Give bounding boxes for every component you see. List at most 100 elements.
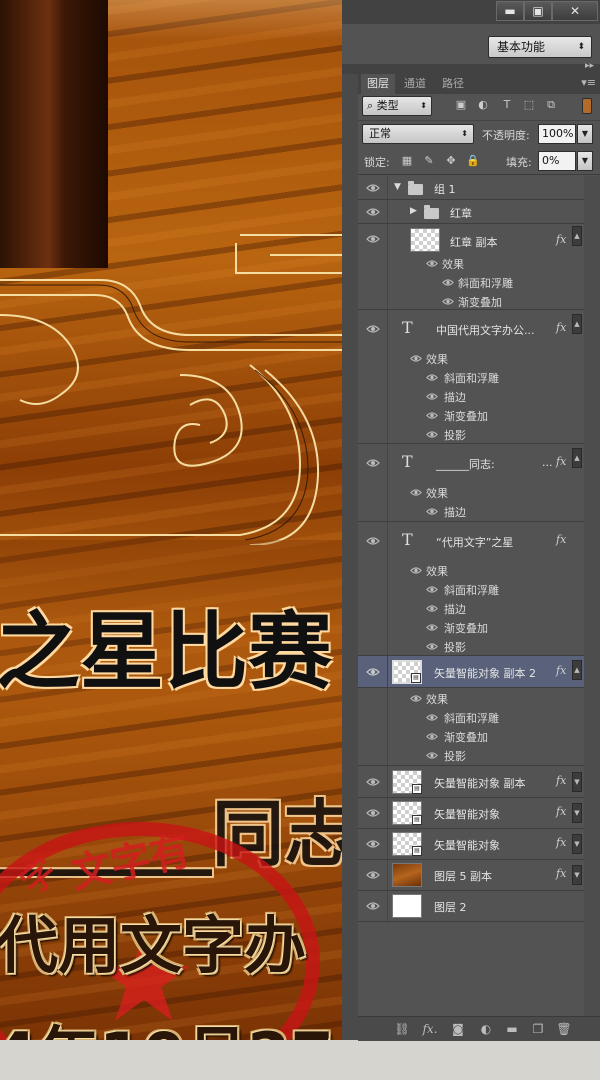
fx-icon[interactable]: fx xyxy=(556,664,566,677)
layer-row-vector-copy2[interactable]: ▤ 矢量智能对象 副本 2 fx ▲ xyxy=(358,656,584,688)
layer-row-text1[interactable]: T 中国代用文字办公... fx ▲ 效果 斜面和浮雕 描边 渐变叠加 投影 xyxy=(358,310,584,444)
fill-dropdown[interactable]: ▼ xyxy=(577,151,593,171)
effect-eye-icon[interactable] xyxy=(426,604,438,613)
double-chevron-icon[interactable]: ▸▸ xyxy=(585,61,594,71)
layer-row-vector-copy[interactable]: ▤ 矢量智能对象 副本 fx ▼ xyxy=(358,766,584,798)
document-canvas[interactable]: 之星比赛 ______同志: 文字有 字 ★ 代用文字办 4年10月27 xyxy=(0,0,342,1040)
layer-row-text2[interactable]: T ______同志: ... fx ▲ 效果 描边 xyxy=(358,444,584,522)
opacity-dropdown[interactable]: ▼ xyxy=(577,124,593,144)
fx-icon[interactable]: fx xyxy=(556,805,566,818)
effect-eye-icon[interactable] xyxy=(426,585,438,594)
adjustment-layer-icon[interactable]: ◐ xyxy=(478,1021,494,1037)
collapse-triangle-icon[interactable]: ▶ xyxy=(410,206,417,216)
layer-effects-vector-copy2: 效果 斜面和浮雕 渐变叠加 投影 xyxy=(358,688,584,766)
fx-expand-toggle[interactable]: ▼ xyxy=(572,772,582,792)
fx-expand-toggle[interactable]: ▲ xyxy=(572,226,582,246)
opacity-field[interactable]: 100% xyxy=(538,124,576,144)
fx-expand-toggle[interactable]: ▲ xyxy=(572,660,582,680)
trash-icon[interactable]: 🗑 xyxy=(556,1021,572,1037)
layers-scrollbar[interactable] xyxy=(584,176,600,1020)
fx-icon[interactable]: fx xyxy=(556,867,566,880)
lock-transparent-icon[interactable]: ▦ xyxy=(400,154,414,168)
shape-filter-icon[interactable]: ⬚ xyxy=(522,98,536,112)
eye-icon[interactable] xyxy=(366,839,380,849)
eye-icon[interactable] xyxy=(366,324,380,334)
effect-eye-icon[interactable] xyxy=(426,732,438,741)
minimize-button[interactable]: ▬ xyxy=(496,1,524,21)
panel-menu-icon[interactable]: ▾≡ xyxy=(581,76,596,89)
effect-eye-icon[interactable] xyxy=(426,259,438,268)
fx-expand-toggle[interactable]: ▼ xyxy=(572,865,582,885)
restore-button[interactable]: ▣ xyxy=(524,1,552,21)
add-style-fx-icon[interactable]: fx. xyxy=(422,1021,438,1037)
fx-icon[interactable]: fx xyxy=(556,774,566,787)
effect-eye-icon[interactable] xyxy=(442,278,454,287)
eye-icon[interactable] xyxy=(366,458,380,468)
layer-row-hongzhang-copy[interactable]: 红章 副本 fx ▲ 效果 斜面和浮雕 渐变叠加 xyxy=(358,224,584,310)
eye-icon[interactable] xyxy=(366,183,380,193)
new-group-folder-icon[interactable]: ▬ xyxy=(504,1021,520,1037)
effect-eye-icon[interactable] xyxy=(426,430,438,439)
layer-row-hongzhang[interactable]: ▶ 红章 xyxy=(358,200,584,224)
smart-object-filter-icon[interactable]: ⧉ xyxy=(544,98,558,112)
fx-icon[interactable]: fx xyxy=(556,533,566,546)
effect-eye-icon[interactable] xyxy=(426,751,438,760)
lock-pixels-icon[interactable]: ✎ xyxy=(422,154,436,168)
expand-triangle-icon[interactable]: ▼ xyxy=(394,182,401,192)
fx-expand-toggle[interactable]: ▲ xyxy=(572,314,582,334)
filter-toggle-switch[interactable] xyxy=(582,98,592,114)
layer-row-vector-b[interactable]: ▤ 矢量智能对象 fx ▼ xyxy=(358,829,584,860)
eye-icon[interactable] xyxy=(366,234,380,244)
effect-eye-icon[interactable] xyxy=(410,354,422,363)
add-mask-icon[interactable]: ◙ xyxy=(450,1021,466,1037)
eye-icon[interactable] xyxy=(366,808,380,818)
tab-paths[interactable]: 路径 xyxy=(436,74,470,94)
fx-expand-toggle[interactable]: ▼ xyxy=(572,834,582,854)
fx-expand-toggle[interactable]: ▼ xyxy=(572,803,582,823)
link-layers-icon[interactable]: ⛓ xyxy=(394,1021,410,1037)
eye-icon[interactable] xyxy=(366,536,380,546)
effect-eye-icon[interactable] xyxy=(410,488,422,497)
effect-eye-icon[interactable] xyxy=(410,694,422,703)
fill-field[interactable]: 0% xyxy=(538,151,576,171)
tab-layers[interactable]: 图层 xyxy=(361,74,395,94)
lock-position-icon[interactable]: ✥ xyxy=(444,154,458,168)
type-filter-icon[interactable]: T xyxy=(500,98,514,112)
filter-kind-select[interactable]: ⌕ 类型 ⬍ xyxy=(362,96,432,116)
effect-eye-icon[interactable] xyxy=(426,373,438,382)
effect-eye-icon[interactable] xyxy=(426,713,438,722)
fx-icon[interactable]: fx xyxy=(556,455,566,468)
layer-name: 矢量智能对象 副本 2 xyxy=(434,667,536,680)
updown-arrow-icon: ⬍ xyxy=(577,42,585,52)
layer-row-text3[interactable]: T “代用文字”之星 fx 效果 斜面和浮雕 描边 渐变叠加 投影 xyxy=(358,522,584,656)
workspace-select[interactable]: 基本功能 ⬍ xyxy=(488,36,592,58)
effect-eye-icon[interactable] xyxy=(426,642,438,651)
blend-mode-select[interactable]: 正常 ⬍ xyxy=(362,124,474,144)
effect-eye-icon[interactable] xyxy=(426,507,438,516)
new-layer-icon[interactable]: ❐ xyxy=(530,1021,546,1037)
effect-eye-icon[interactable] xyxy=(410,566,422,575)
tab-channels[interactable]: 通道 xyxy=(398,74,432,94)
fx-icon[interactable]: fx xyxy=(556,233,566,246)
effect-eye-icon[interactable] xyxy=(426,411,438,420)
pixel-filter-icon[interactable]: ▣ xyxy=(454,98,468,112)
close-button[interactable]: ✕ xyxy=(552,1,598,21)
panel-collapse-strip[interactable]: ▸▸ xyxy=(342,61,600,74)
effect-eye-icon[interactable] xyxy=(426,392,438,401)
lock-all-icon[interactable]: 🔒 xyxy=(466,154,480,168)
fx-expand-toggle[interactable]: ▲ xyxy=(572,448,582,468)
eye-icon[interactable] xyxy=(366,901,380,911)
effect-eye-icon[interactable] xyxy=(442,297,454,306)
effect-eye-icon[interactable] xyxy=(426,623,438,632)
fx-icon[interactable]: fx xyxy=(556,836,566,849)
eye-icon[interactable] xyxy=(366,870,380,880)
fx-icon[interactable]: fx xyxy=(556,321,566,334)
eye-icon[interactable] xyxy=(366,207,380,217)
eye-icon[interactable] xyxy=(366,667,380,677)
layer-row-group1[interactable]: ▼ 组 1 xyxy=(358,176,584,200)
eye-icon[interactable] xyxy=(366,777,380,787)
layer-row-vector-a[interactable]: ▤ 矢量智能对象 fx ▼ xyxy=(358,798,584,829)
layer-row-layer5-copy[interactable]: 图层 5 副本 fx ▼ xyxy=(358,860,584,891)
layer-row-layer2[interactable]: 图层 2 xyxy=(358,891,584,922)
adjustment-filter-icon[interactable]: ◐ xyxy=(476,98,490,112)
